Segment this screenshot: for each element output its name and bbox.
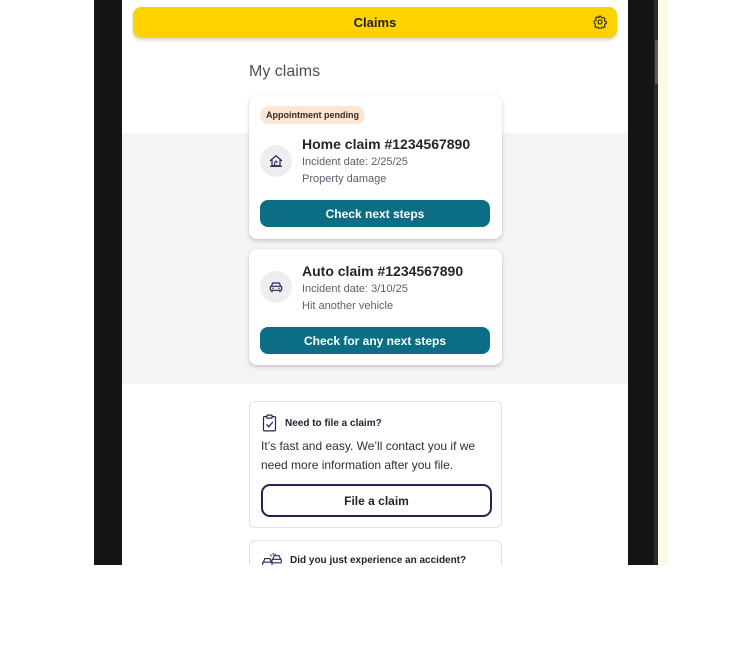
house-damage-icon: [260, 145, 292, 177]
check-next-steps-button[interactable]: Check next steps: [260, 200, 490, 227]
claim-title: Auto claim #1234567890: [302, 263, 464, 279]
clipboard-check-icon: [262, 414, 277, 432]
claim-description: Hit another vehicle: [302, 300, 394, 312]
accident-header: Did you just experience an accident?: [262, 552, 466, 565]
file-a-claim-button[interactable]: File a claim: [261, 484, 492, 517]
car-accident-icon: [262, 552, 282, 565]
accident-panel[interactable]: Did you just experience an accident?: [249, 540, 502, 565]
file-claim-description: It’s fast and easy. We’ll contact you if…: [261, 439, 476, 472]
check-for-any-next-steps-button[interactable]: Check for any next steps: [260, 327, 490, 354]
auto-claim-card: Auto claim #1234567890 Incident date: 3/…: [249, 249, 502, 365]
claim-incident-date: Incident date: 3/10/25: [302, 283, 408, 295]
app-screen: Claims My claims Appointment pending Hom…: [122, 0, 628, 565]
claim-incident-date: Incident date: 2/25/25: [302, 156, 408, 168]
background-strip: [658, 0, 668, 565]
claim-description: Property damage: [302, 173, 387, 185]
device-frame-right: [628, 0, 656, 565]
header-title: Claims: [353, 15, 397, 30]
file-claim-header: Need to file a claim?: [262, 414, 382, 432]
file-claim-heading: Need to file a claim?: [285, 417, 382, 429]
car-icon: [260, 271, 292, 303]
device-frame-left: [94, 0, 122, 565]
accident-heading: Did you just experience an accident?: [290, 554, 467, 566]
claim-title: Home claim #1234567890: [302, 136, 471, 152]
home-claim-card: Appointment pending Home claim #12345678…: [249, 95, 502, 239]
page-title: My claims: [249, 63, 321, 80]
status-badge: Appointment pending: [260, 106, 365, 124]
file-claim-panel: Need to file a claim? It’s fast and easy…: [249, 401, 502, 528]
gear-icon[interactable]: [593, 15, 607, 29]
header-bar: Claims: [133, 7, 617, 38]
